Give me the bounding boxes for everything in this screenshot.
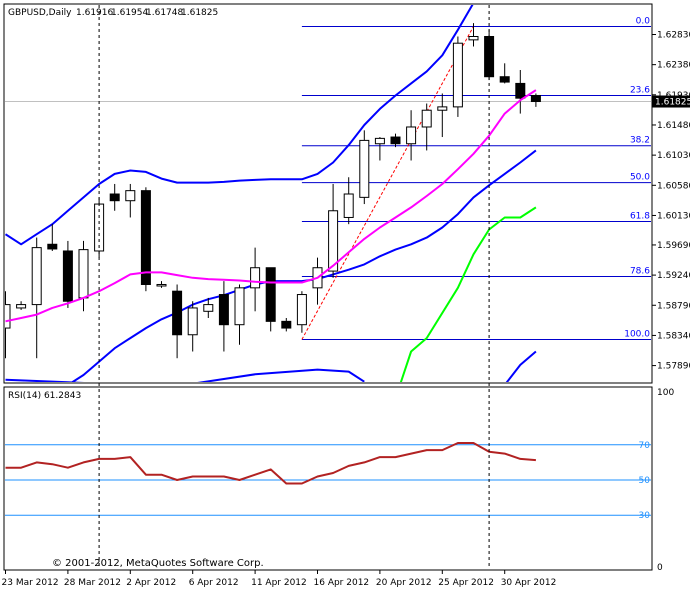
price-tick-label: 1.58340 [657,331,690,341]
rsi-label: RSI(14) 61.2843 [8,391,81,401]
candle-body [359,139,370,198]
rsi-level-label: 30 [639,511,651,521]
candle-body [140,190,151,285]
candle-body [437,106,448,111]
fib-level-label: 38.2 [630,136,650,146]
candle-body [109,193,120,202]
price-tick-label: 1.62380 [657,61,690,71]
candle-body [296,294,307,326]
current-price-label: 1.61825 [655,98,690,108]
rsi-axis-label: 100 [657,388,674,398]
candle-body [218,294,229,326]
fib-level-label: 100.0 [624,329,650,339]
fib-level-label: 61.8 [630,211,650,221]
candle-body [406,126,417,145]
candle-body [62,250,73,302]
candle-body [265,267,276,322]
date-tick-label: 11 Apr 2012 [251,578,307,588]
candle-body [499,76,510,83]
price-tick-label: 1.59240 [657,271,690,281]
candle-body [16,304,27,309]
ohlc-open: 1.61916 [76,8,113,18]
candle-body [203,304,214,312]
price-tick-label: 1.59690 [657,241,690,251]
fib-level-label: 0.0 [636,16,651,26]
candle-body [452,42,463,108]
date-tick-label: 2 Apr 2012 [126,578,176,588]
chart: 0.0 23.6 38.2 50.0 61.8 78.6 100.0 1.62830 1.623… [2,3,690,588]
candle-body [234,287,245,326]
price-tick-label: 1.57890 [657,362,690,372]
price-tick-label: 1.60580 [657,181,690,191]
candle-body [468,36,479,41]
date-tick-label: 6 Apr 2012 [189,578,239,588]
rsi-level-label: 70 [639,441,651,451]
candle-body [31,247,42,306]
price-tick-label: 1.58790 [657,301,690,311]
candle-body [250,267,261,289]
candle-body [374,137,385,145]
ohlc-high: 1.61954 [111,8,148,18]
copyright: © 2001-2012, MetaQuotes Software Corp. [52,558,264,569]
candle-body [281,320,292,329]
date-tick-label: 25 Apr 2012 [438,578,494,588]
date-tick-label: 30 Apr 2012 [501,578,557,588]
price-tick-label: 1.61480 [657,121,690,131]
price-tick-label: 1.61030 [657,151,690,161]
date-tick-label: 23 Mar 2012 [2,578,59,588]
rsi-panel-frame [3,386,653,571]
date-tick-label: 28 Mar 2012 [64,578,121,588]
ohlc-close: 1.61825 [181,8,218,18]
candle-body [125,190,136,202]
rsi-level-label: 50 [639,476,651,486]
candle-body [172,290,183,336]
rsi-axis-label: 0 [657,563,663,573]
fib-level-label: 78.6 [630,266,650,276]
candle-body [343,193,354,218]
price-chart-frame [3,3,653,384]
candle-body [5,304,11,329]
candle-body [47,243,58,250]
candle-body [390,136,401,145]
price-tick-label: 1.62830 [657,30,690,40]
fib-level-label: 50.0 [630,173,650,183]
price-tick-label: 1.60130 [657,211,690,221]
candle-body [78,249,89,299]
candle-body [156,283,167,287]
ohlc-low: 1.61748 [146,8,183,18]
candle-body [530,94,541,103]
date-tick-label: 16 Apr 2012 [314,578,370,588]
symbol-label: GBPUSD,Daily [8,8,72,18]
candle-body [421,109,432,128]
date-tick-label: 20 Apr 2012 [376,578,432,588]
candle-body [515,82,526,99]
fib-level-label: 23.6 [630,85,650,95]
candle-body [187,307,198,336]
